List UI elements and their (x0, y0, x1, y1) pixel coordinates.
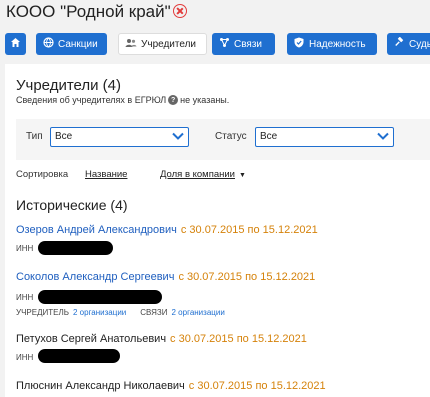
tab-founders-label: Учредители (141, 38, 197, 50)
inn-label: ИНН (16, 293, 34, 302)
tab-home[interactable] (5, 33, 26, 55)
tab-courts-label: Суды (409, 38, 430, 50)
tab-bar: Санкции Учредители Связи Надежность Суды (0, 33, 430, 57)
inn-label: ИНН (16, 353, 34, 362)
help-icon[interactable]: ? (168, 95, 179, 105)
person-dates: с 30.07.2015 по 15.12.2021 (180, 224, 318, 236)
historical-title: Исторические (4) (16, 197, 128, 213)
tab-sanctions-label: Санкции (58, 38, 98, 50)
redaction-bar (38, 349, 120, 363)
links-label: СВЯЗИ (140, 308, 168, 317)
founder-orgs-link[interactable]: 2 организации (73, 308, 126, 317)
gavel-icon (393, 36, 405, 51)
tab-founders[interactable]: Учредители (118, 33, 207, 55)
redaction-bar (38, 241, 113, 255)
shield-icon (293, 37, 305, 51)
users-icon (125, 38, 137, 51)
sort-label: Сортировка (16, 169, 69, 180)
founders-title: Учредители (4) (16, 77, 122, 94)
tab-links-label: Связи (234, 38, 263, 50)
type-select[interactable]: Все (50, 127, 189, 147)
title-bar: КООО "Родной край" (0, 0, 430, 26)
filter-panel: Тип Все Статус Все (16, 119, 430, 160)
tab-reliability[interactable]: Надежность (287, 33, 377, 55)
person-name[interactable]: Озеров Андрей Александрович (16, 224, 177, 236)
globe-icon (42, 37, 54, 51)
founders-note: Сведения об учредителях в ЕГРЮЛ ? не ука… (16, 95, 229, 105)
home-icon (10, 37, 22, 51)
type-label: Тип (26, 131, 43, 142)
status-label: Статус (215, 131, 247, 142)
founders-note-suffix: не указаны. (180, 95, 230, 105)
founder-label: УЧРЕДИТЕЛЬ (16, 308, 69, 317)
person-row: Озеров Андрей Александрович с 30.07.2015 … (16, 224, 318, 236)
inn-label: ИНН (16, 244, 34, 253)
person-name[interactable]: Плюснин Александр Николаевич (16, 380, 185, 392)
person-row: Плюснин Александр Николаевич с 30.07.2015… (16, 380, 326, 392)
network-icon (218, 37, 230, 51)
person-row: Соколов Александр Сергеевич с 30.07.2015 … (16, 271, 315, 283)
tab-reliability-label: Надежность (309, 38, 366, 50)
tab-courts[interactable]: Суды (387, 33, 430, 55)
person-dates: с 30.07.2015 по 15.12.2021 (178, 271, 316, 283)
sort-by-share[interactable]: Доля в компании ▼ (160, 169, 246, 180)
redaction-bar (38, 290, 162, 304)
tab-sanctions[interactable]: Санкции (36, 33, 107, 55)
company-name: КООО "Родной край" (6, 2, 171, 21)
person-dates: с 30.07.2015 по 15.12.2021 (188, 380, 326, 392)
close-icon[interactable] (173, 4, 187, 18)
person-dates: с 30.07.2015 по 15.12.2021 (170, 333, 307, 345)
sort-arrow-icon: ▼ (239, 172, 246, 179)
status-select-value: Все (260, 131, 278, 142)
person-name[interactable]: Петухов Сергей Анатольевич (16, 333, 166, 345)
person-name[interactable]: Соколов Александр Сергеевич (16, 271, 174, 283)
chevron-down-icon (377, 132, 389, 140)
sort-by-share-label: Доля в компании (160, 169, 235, 180)
chevron-down-icon (172, 132, 184, 140)
tab-links[interactable]: Связи (212, 33, 275, 55)
founders-note-text: Сведения об учредителях в ЕГРЮЛ (16, 95, 167, 105)
type-select-value: Все (55, 131, 73, 142)
links-orgs-link[interactable]: 2 организации (172, 308, 225, 317)
person-row: Петухов Сергей Анатольевич с 30.07.2015 п… (16, 333, 307, 345)
sort-by-name[interactable]: Название (85, 169, 127, 180)
person-meta: УЧРЕДИТЕЛЬ 2 организации СВЯЗИ 2 организаци… (16, 308, 225, 317)
status-select[interactable]: Все (255, 127, 394, 147)
